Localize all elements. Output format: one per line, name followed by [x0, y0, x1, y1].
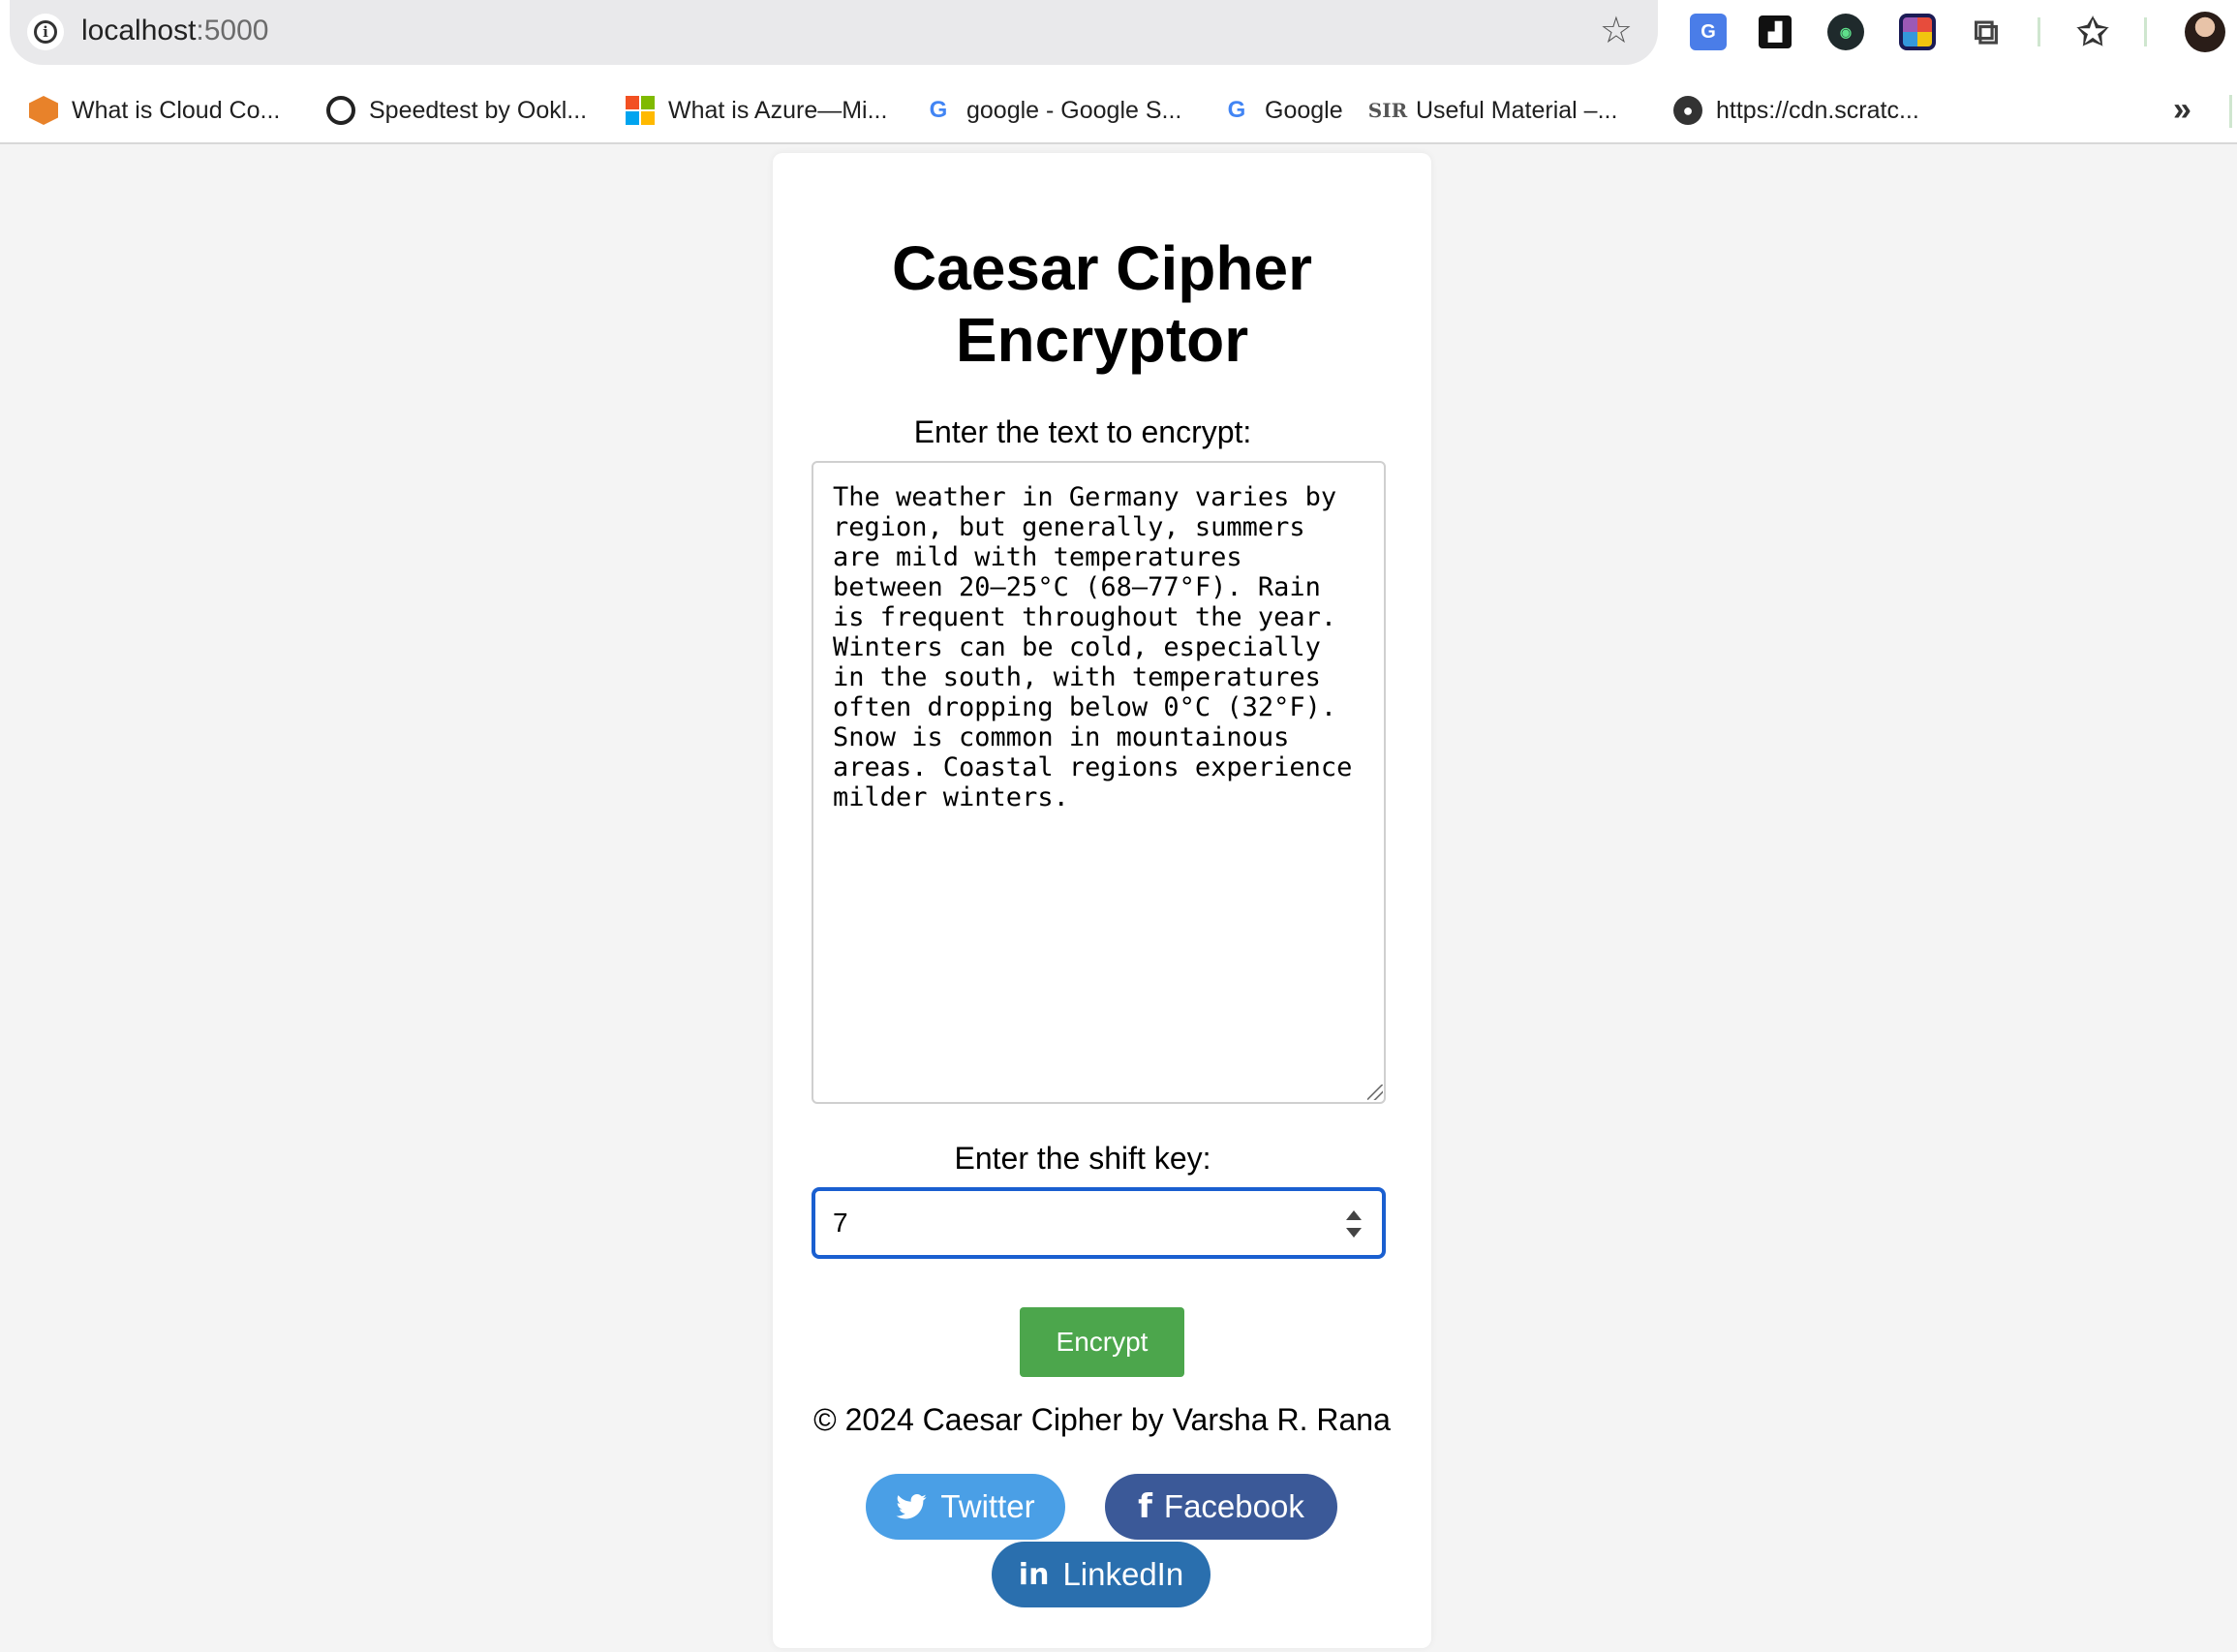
browser-chrome: i localhost:5000 ☆ G ▟ ◉ ⧉ ✩ What is Clo… [0, 0, 2237, 144]
cipher-card: Caesar Cipher Encryptor Enter the text t… [773, 153, 1431, 1648]
plaintext-textarea[interactable]: The weather in Germany varies by region,… [812, 461, 1386, 1104]
more-bookmarks-icon[interactable]: » [2173, 91, 2191, 129]
url-text[interactable]: localhost:5000 [81, 15, 268, 47]
number-stepper-icon[interactable] [1343, 1210, 1364, 1238]
bookmark-item[interactable]: SIR Useful Material –... [1367, 91, 1618, 130]
bookmark-label: https://cdn.scratc... [1716, 96, 1919, 124]
shift-key-input[interactable]: 7 [812, 1187, 1386, 1259]
google-icon: G [929, 97, 948, 123]
facebook-label: Facebook [1163, 1488, 1304, 1524]
bookmark-star-icon[interactable]: ☆ [1600, 12, 1633, 50]
toolbar-divider [2144, 17, 2147, 46]
bookmark-label: Google [1265, 96, 1343, 124]
shift-key-label: Enter the shift key: [954, 1141, 1211, 1176]
dark-extension-icon[interactable]: ▟ [1759, 15, 1792, 48]
encrypt-button[interactable]: Encrypt [1020, 1307, 1184, 1377]
gauge-icon [326, 96, 355, 125]
extensions-puzzle-icon[interactable]: ⧉ [1968, 12, 2005, 51]
footer-copyright: © 2024 Caesar Cipher by Varsha R. Rana [813, 1402, 1391, 1437]
facebook-share-button[interactable]: f Facebook [1105, 1474, 1337, 1540]
page-title: Caesar Cipher Encryptor [892, 233, 1312, 375]
bookmark-item[interactable]: What is Azure—Mi... [626, 91, 887, 130]
shift-key-value: 7 [833, 1208, 848, 1238]
twitter-share-button[interactable]: Twitter [866, 1474, 1065, 1540]
toolbar-divider [2038, 17, 2040, 46]
linkedin-icon: in [1018, 1557, 1050, 1592]
bookmark-item[interactable]: Speedtest by Ookl... [326, 91, 587, 130]
google-icon: G [1227, 97, 1246, 123]
linkedin-share-button[interactable]: in LinkedIn [992, 1542, 1210, 1607]
resize-handle-icon[interactable] [1367, 1085, 1383, 1100]
bookmark-label: What is Azure—Mi... [668, 96, 888, 124]
stepper-up-icon[interactable] [1346, 1210, 1362, 1220]
bookmark-item[interactable]: G Google [1222, 91, 1343, 130]
sir-icon: SIR [1367, 99, 1408, 122]
bookmark-label: Useful Material –... [1416, 96, 1618, 124]
bookmark-item[interactable]: G google - Google S... [924, 91, 1182, 130]
globe-icon: ● [1673, 96, 1702, 125]
toolbar-divider [2229, 95, 2232, 128]
profile-avatar[interactable] [2185, 12, 2225, 52]
twitter-icon [896, 1494, 928, 1519]
address-bar[interactable]: i localhost:5000 ☆ [10, 0, 1658, 65]
bookmark-label: Speedtest by Ookl... [369, 96, 588, 124]
color-extension-icon[interactable] [1899, 14, 1936, 50]
translate-extension-icon[interactable]: G [1690, 14, 1727, 50]
site-info-icon[interactable]: i [27, 14, 64, 50]
bookmark-label: google - Google S... [966, 96, 1182, 124]
linkedin-label: LinkedIn [1062, 1556, 1184, 1592]
bookmark-item[interactable]: What is Cloud Co... [29, 91, 280, 130]
reading-list-icon[interactable]: ✩ [2074, 13, 2111, 53]
microsoft-icon [626, 96, 655, 125]
bookmarks-bar: What is Cloud Co... Speedtest by Ookl...… [0, 87, 2237, 132]
text-input-label: Enter the text to encrypt: [913, 414, 1252, 449]
bookmark-item[interactable]: ● https://cdn.scratc... [1673, 91, 1919, 130]
audio-extension-icon[interactable]: ◉ [1827, 14, 1864, 50]
stepper-down-icon[interactable] [1346, 1228, 1362, 1238]
twitter-label: Twitter [940, 1488, 1035, 1524]
bookmark-label: What is Cloud Co... [72, 96, 281, 124]
cube-icon [29, 96, 58, 125]
facebook-icon: f [1138, 1487, 1152, 1526]
